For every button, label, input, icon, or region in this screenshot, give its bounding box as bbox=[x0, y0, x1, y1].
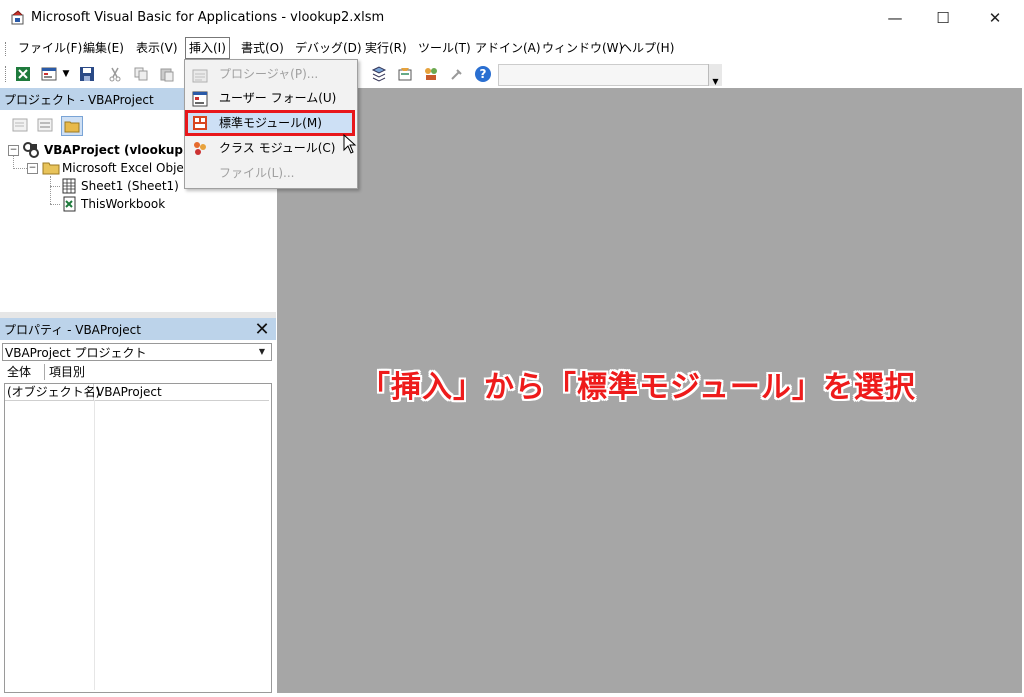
svg-text:?: ? bbox=[480, 67, 487, 81]
view-code-icon[interactable] bbox=[10, 116, 30, 134]
maximize-button[interactable]: ☐ bbox=[920, 0, 966, 36]
tree-item-thisworkbook[interactable]: ThisWorkbook bbox=[81, 195, 165, 213]
folder-icon bbox=[42, 160, 60, 176]
userform-icon bbox=[192, 91, 208, 107]
properties-pane-title: プロパティ - VBAProject bbox=[4, 323, 141, 337]
menu-file[interactable]: ファイル(F) bbox=[15, 38, 85, 58]
workbook-icon bbox=[61, 196, 77, 212]
tree-line bbox=[13, 155, 15, 169]
menu-item-standard-module[interactable]: 標準モジュール(M) bbox=[219, 112, 322, 134]
tree-item-sheet1[interactable]: Sheet1 (Sheet1) bbox=[81, 177, 179, 195]
toolbox-icon[interactable] bbox=[448, 65, 466, 83]
close-icon: ✕ bbox=[254, 318, 270, 340]
window-bottom-edge bbox=[0, 693, 1024, 697]
procedure-icon bbox=[192, 68, 208, 84]
menu-addins[interactable]: アドイン(A) bbox=[472, 38, 544, 58]
menu-item-file: ファイル(L)... bbox=[219, 166, 295, 180]
menu-item-userform[interactable]: ユーザー フォーム(U) bbox=[219, 87, 336, 109]
object-browser-icon[interactable] bbox=[422, 65, 440, 83]
menu-item-class-module[interactable]: クラス モジュール(C) bbox=[219, 137, 335, 159]
minimize-button[interactable]: — bbox=[872, 0, 918, 36]
maximize-icon: ☐ bbox=[936, 9, 950, 27]
menu-help[interactable]: ヘルプ(H) bbox=[617, 38, 677, 58]
excel-view-icon[interactable] bbox=[14, 65, 32, 83]
close-icon: ✕ bbox=[988, 9, 1002, 27]
toolbar-grip bbox=[5, 66, 9, 82]
menu-item-procedure: プロシージャ(P)... bbox=[219, 67, 319, 81]
toggle-folders-icon[interactable] bbox=[61, 116, 83, 136]
tree-line bbox=[50, 176, 52, 204]
window-title: Microsoft Visual Basic for Applications … bbox=[31, 10, 385, 25]
class-module-icon bbox=[192, 140, 208, 156]
save-icon[interactable] bbox=[78, 65, 96, 83]
vba-project-icon bbox=[22, 141, 40, 159]
project-explorer-icon[interactable] bbox=[370, 65, 388, 83]
tab-divider bbox=[44, 364, 45, 380]
combo-arrow-icon[interactable]: ▼ bbox=[708, 64, 722, 86]
close-button[interactable]: ✕ bbox=[972, 0, 1018, 36]
tab-alphabetic[interactable]: 全体 bbox=[7, 363, 31, 381]
worksheet-icon bbox=[61, 178, 77, 194]
tree-line bbox=[50, 204, 60, 206]
property-column-divider bbox=[94, 400, 95, 690]
mouse-cursor-icon bbox=[343, 133, 357, 154]
copy-icon[interactable] bbox=[132, 65, 150, 83]
properties-grid bbox=[4, 383, 272, 693]
tree-expander[interactable]: − bbox=[8, 145, 19, 156]
vba-app-icon bbox=[10, 10, 26, 26]
location-combo[interactable] bbox=[498, 64, 722, 86]
help-icon[interactable]: ? bbox=[474, 65, 492, 83]
tree-line bbox=[50, 186, 60, 188]
menu-format[interactable]: 書式(O) bbox=[238, 38, 287, 58]
menu-grip bbox=[5, 42, 9, 56]
project-pane-title: プロジェクト - VBAProject bbox=[4, 93, 154, 107]
menu-view[interactable]: 表示(V) bbox=[133, 38, 181, 58]
cut-icon[interactable] bbox=[106, 65, 124, 83]
minimize-icon: — bbox=[887, 9, 903, 27]
dropdown-arrow-icon[interactable]: ▼ bbox=[60, 65, 72, 83]
property-value[interactable]: VBAProject bbox=[96, 384, 162, 400]
menu-edit[interactable]: 編集(E) bbox=[80, 38, 127, 58]
menu-debug[interactable]: デバッグ(D) bbox=[292, 38, 365, 58]
instruction-annotation: 「挿入」から「標準モジュール」を選択 bbox=[360, 370, 916, 405]
property-name: (オブジェクト名) bbox=[7, 385, 101, 399]
tree-item-excel-objects[interactable]: Microsoft Excel Obje bbox=[62, 159, 184, 177]
object-select-value: VBAProject プロジェクト bbox=[5, 346, 147, 360]
module-icon bbox=[192, 115, 208, 131]
properties-close-button[interactable]: ✕ bbox=[250, 318, 274, 340]
paste-icon[interactable] bbox=[158, 65, 176, 83]
view-object-icon[interactable] bbox=[35, 116, 55, 134]
menu-insert[interactable]: 挿入(I) bbox=[185, 37, 230, 59]
properties-window-icon[interactable] bbox=[396, 65, 414, 83]
tree-item-vbaproject[interactable]: VBAProject (vlookup2 bbox=[44, 141, 191, 159]
menu-window[interactable]: ウィンドウ(W) bbox=[539, 38, 626, 58]
insert-userform-icon[interactable] bbox=[40, 65, 58, 83]
tab-categorized[interactable]: 項目別 bbox=[49, 363, 85, 381]
menu-run[interactable]: 実行(R) bbox=[362, 38, 410, 58]
chevron-down-icon[interactable]: ▼ bbox=[254, 344, 270, 358]
tree-expander[interactable]: − bbox=[27, 163, 38, 174]
menu-tools[interactable]: ツール(T) bbox=[415, 38, 474, 58]
